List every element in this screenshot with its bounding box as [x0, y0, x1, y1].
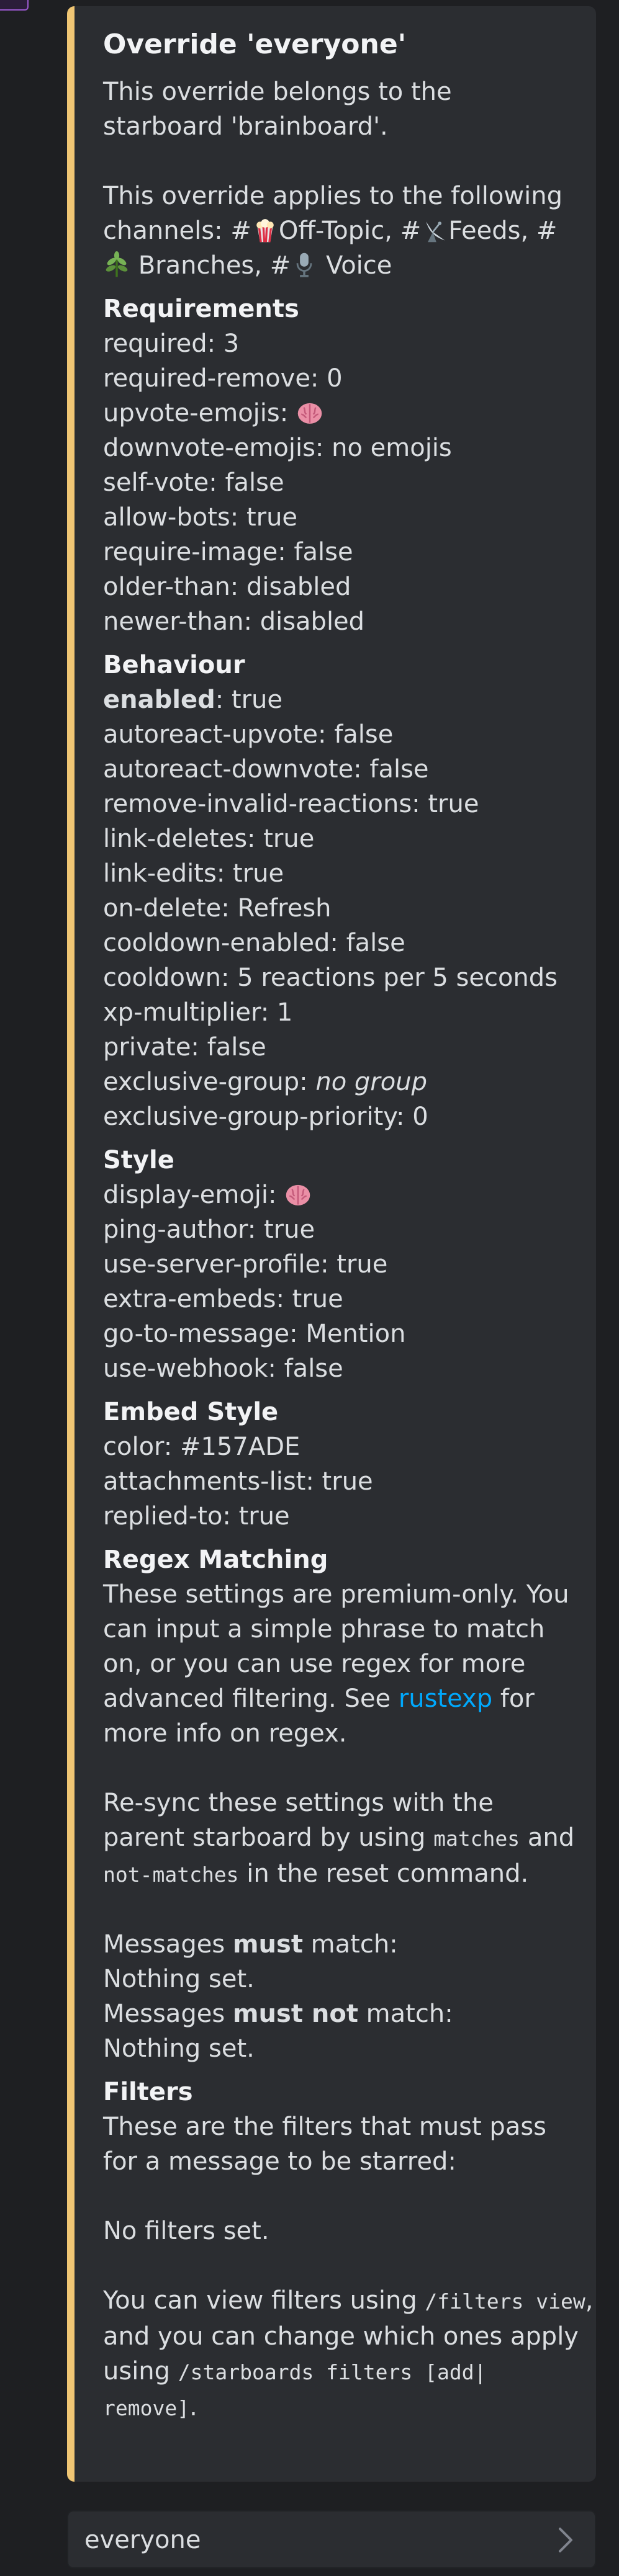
- newer-than: newer-than: disabled: [103, 607, 365, 636]
- must-bold: must: [232, 1930, 303, 1959]
- downvote-emojis: downvote-emojis: no emojis: [103, 434, 452, 462]
- enabled-key: enabled: [103, 686, 215, 714]
- chevron-right-icon: [559, 2528, 572, 2552]
- upvote-emojis: upvote-emojis:: [103, 396, 574, 431]
- filters-description: These are the filters that must pass for…: [103, 2113, 547, 2176]
- require-image: require-image: false: [103, 538, 353, 566]
- on-delete: on-delete: Refresh: [103, 894, 332, 923]
- exclusive-group-priority: exclusive-group-priority: 0: [103, 1102, 428, 1131]
- must-prefix: Messages: [103, 1930, 233, 1959]
- code-filters-view: /filters view: [425, 2289, 585, 2314]
- self-vote: self-vote: false: [103, 468, 284, 497]
- resync-text: parent starboard by using: [103, 1823, 434, 1852]
- behaviour-heading: Behaviour: [103, 651, 245, 679]
- upvote-emojis-label: upvote-emojis:: [103, 399, 289, 427]
- older-than: older-than: disabled: [103, 573, 351, 601]
- cooldown: cooldown: 5 reactions per 5 seconds: [103, 964, 558, 992]
- override-embed: Override 'everyone' This override belong…: [67, 6, 596, 2482]
- channel-voice[interactable]: Voice: [326, 251, 392, 280]
- must-not-match-value: Nothing set.: [103, 2034, 255, 2063]
- use-webhook: use-webhook: false: [103, 1354, 343, 1383]
- code-matches: matches: [433, 1827, 520, 1851]
- link-edits: link-edits: true: [103, 859, 284, 888]
- channel-branches[interactable]: Branches: [138, 251, 255, 280]
- filters-view-line: You can view filters using /filters view…: [103, 2283, 593, 2319]
- replied-to: replied-to: true: [103, 1502, 290, 1531]
- filters-using-line: using /starboards filters [add|: [103, 2354, 574, 2390]
- channel-off-topic[interactable]: Off-Topic: [279, 217, 384, 245]
- intro-text: This override belongs to the starboard '…: [103, 78, 452, 141]
- must-match-value: Nothing set.: [103, 1965, 255, 1993]
- exclusive-group: exclusive-group: no group: [103, 1065, 574, 1099]
- using-text: using: [103, 2357, 178, 2386]
- ping-author: ping-author: true: [103, 1215, 315, 1244]
- filters-remove-line: remove].: [103, 2390, 574, 2426]
- enabled-value: : true: [215, 686, 282, 714]
- exclusive-group-key: exclusive-group:: [103, 1068, 316, 1096]
- must-not-match: Messages must not match:: [103, 1997, 574, 2031]
- code-not-matches: not-matches: [103, 1863, 239, 1887]
- autoreact-upvote: autoreact-upvote: false: [103, 720, 394, 749]
- brain-icon: [286, 1184, 310, 1205]
- must-match: Messages must match:: [103, 1927, 574, 1962]
- microphone-icon: [296, 253, 312, 277]
- resync-line-1: Re-sync these settings with the: [103, 1789, 494, 1817]
- link-deletes: link-deletes: true: [103, 825, 315, 853]
- resync-line-2: parent starboard by using matches and: [103, 1820, 574, 1856]
- period: .: [189, 2393, 197, 2422]
- use-server-profile: use-server-profile: true: [103, 1250, 388, 1279]
- resync-and: and: [520, 1823, 575, 1852]
- embed-color: color: #157ADE: [103, 1433, 300, 1461]
- style-heading: Style: [103, 1146, 174, 1174]
- allow-bots: allow-bots: true: [103, 503, 298, 532]
- xp-multiplier: xp-multiplier: 1: [103, 998, 293, 1027]
- code-starboards-filters: /starboards filters [add|: [178, 2360, 487, 2384]
- display-emoji: display-emoji:: [103, 1178, 574, 1212]
- view-comma: ,: [585, 2286, 594, 2315]
- filters-heading: Filters: [103, 2078, 193, 2106]
- attachments-list: attachments-list: true: [103, 1467, 373, 1496]
- requirements-heading: Requirements: [103, 295, 299, 323]
- remove-invalid-reactions: remove-invalid-reactions: true: [103, 790, 479, 818]
- go-to-message: go-to-message: Mention: [103, 1320, 406, 1348]
- avatar: [0, 0, 29, 11]
- must-not-bold: must not: [232, 2000, 358, 2028]
- cooldown-enabled: cooldown-enabled: false: [103, 929, 405, 957]
- display-emoji-label: display-emoji:: [103, 1181, 277, 1209]
- must-not-suffix: match:: [358, 2000, 453, 2028]
- select-value: everyone: [84, 2526, 201, 2554]
- match-suffix: match:: [302, 1930, 398, 1959]
- no-filters: No filters set.: [103, 2217, 269, 2245]
- brain-icon: [297, 403, 322, 424]
- extra-embeds: extra-embeds: true: [103, 1285, 343, 1313]
- private: private: false: [103, 1033, 266, 1062]
- satellite-dish-icon: [426, 221, 445, 243]
- channel-feeds[interactable]: Feeds: [448, 217, 520, 245]
- exclusive-group-value: no group: [315, 1068, 427, 1096]
- popcorn-icon: [256, 219, 274, 243]
- required: required: 3: [103, 329, 240, 358]
- enabled: enabled: true: [103, 682, 574, 717]
- autoreact-downvote: autoreact-downvote: false: [103, 755, 429, 784]
- resync-line-3: not-matches in the reset command.: [103, 1856, 574, 1892]
- embed-style-heading: Embed Style: [103, 1398, 279, 1426]
- required-remove: required-remove: 0: [103, 364, 343, 393]
- channels-text: This override applies to the following c…: [103, 182, 563, 280]
- view-text: You can view filters using: [103, 2286, 425, 2315]
- regex-heading: Regex Matching: [103, 1545, 328, 1574]
- must-not-prefix: Messages: [103, 2000, 233, 2028]
- embed-title: Override 'everyone': [103, 29, 407, 60]
- override-select-menu[interactable]: everyone: [67, 2510, 596, 2569]
- regex-description: These settings are premium-only. You can…: [103, 1577, 574, 1751]
- filters-change-line: and you can change which ones apply: [103, 2322, 579, 2351]
- resync-end: in the reset command.: [238, 1859, 529, 1888]
- herb-icon: [106, 251, 128, 277]
- code-remove: remove]: [103, 2396, 190, 2420]
- rustexp-link[interactable]: rustexp: [399, 1684, 492, 1713]
